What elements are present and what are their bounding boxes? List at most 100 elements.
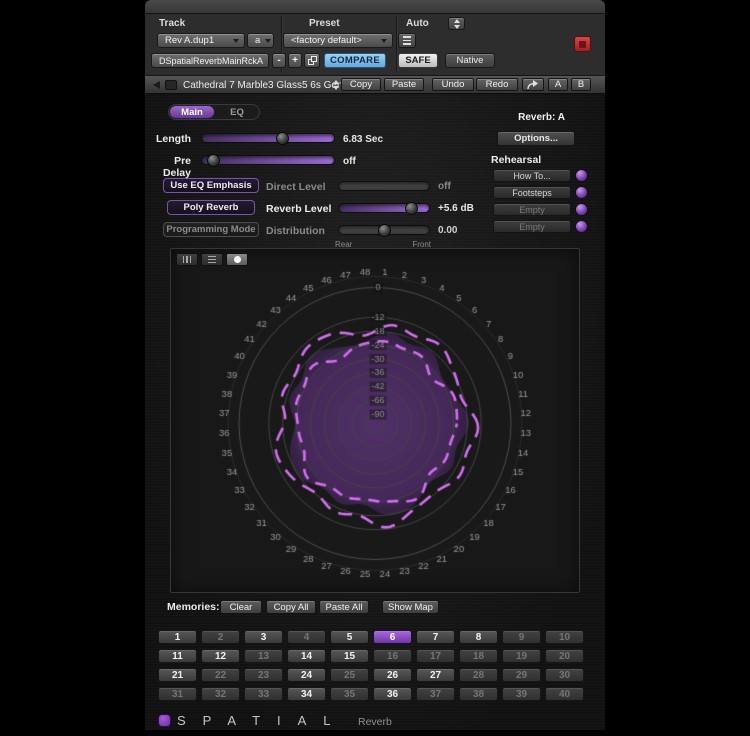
memory-cell-39[interactable]: 39 (502, 687, 541, 701)
preset-selector[interactable]: <factory default> (283, 33, 393, 48)
show-map-button[interactable]: Show Map (382, 600, 439, 614)
track-selector[interactable]: Rev A.dup1 (157, 33, 245, 48)
memory-cell-8[interactable]: 8 (459, 630, 498, 644)
distribution-slider[interactable] (338, 223, 430, 237)
memory-cell-20[interactable]: 20 (545, 649, 584, 663)
direct-level-slider[interactable] (338, 179, 430, 193)
distribution-label: Distribution (266, 225, 325, 237)
memory-cell-15[interactable]: 15 (330, 649, 369, 663)
memory-cell-38[interactable]: 38 (459, 687, 498, 701)
memory-cell-21[interactable]: 21 (158, 668, 197, 682)
paste-button[interactable]: Paste (384, 78, 424, 91)
pre-delay-slider[interactable] (201, 153, 335, 167)
rehearsal-item-empty-2[interactable]: Empty (493, 220, 571, 233)
memory-cell-25[interactable]: 25 (330, 668, 369, 682)
memory-cell-7[interactable]: 7 (416, 630, 455, 644)
safe-button[interactable]: SAFE (398, 53, 438, 68)
memories-copy-all-button[interactable]: Copy All (266, 600, 316, 614)
memory-cell-30[interactable]: 30 (545, 668, 584, 682)
reverb-level-slider[interactable] (338, 201, 430, 215)
memory-cell-17[interactable]: 17 (416, 649, 455, 663)
memory-cell-32[interactable]: 32 (201, 687, 240, 701)
memory-cell-6[interactable]: 6 (373, 630, 412, 644)
memory-cell-4[interactable]: 4 (287, 630, 326, 644)
memory-cell-9[interactable]: 9 (502, 630, 541, 644)
playlist-selector[interactable]: a (247, 33, 274, 48)
memory-cell-33[interactable]: 33 (244, 687, 283, 701)
memory-cell-31[interactable]: 31 (158, 687, 197, 701)
rehearsal-slot-icon[interactable] (575, 186, 588, 199)
memory-cell-34[interactable]: 34 (287, 687, 326, 701)
rehearsal-item-footsteps[interactable]: Footsteps (493, 186, 571, 199)
memory-cell-28[interactable]: 28 (459, 668, 498, 682)
rehearsal-item-empty-1[interactable]: Empty (493, 203, 571, 216)
slider-handle[interactable] (276, 132, 289, 145)
length-slider[interactable] (201, 131, 335, 145)
redo-jump-button[interactable] (522, 78, 544, 91)
track-label: Track (159, 18, 185, 29)
memory-cell-5[interactable]: 5 (330, 630, 369, 644)
memory-cell-13[interactable]: 13 (244, 649, 283, 663)
memory-cell-2[interactable]: 2 (201, 630, 240, 644)
memory-cell-18[interactable]: 18 (459, 649, 498, 663)
tab-main[interactable]: Main (169, 105, 215, 119)
ab-a-button[interactable]: A (548, 78, 568, 91)
length-value: 6.83 Sec (343, 134, 383, 145)
memory-cell-11[interactable]: 11 (158, 649, 197, 663)
compare-button[interactable]: COMPARE (324, 53, 386, 68)
programming-mode-button[interactable]: Programming Mode (163, 222, 259, 237)
rehearsal-slot-icon[interactable] (575, 169, 588, 182)
undo-button[interactable]: Undo (432, 78, 474, 91)
options-button[interactable]: Options... (497, 131, 575, 146)
plus-label: + (292, 55, 298, 66)
memory-cell-22[interactable]: 22 (201, 668, 240, 682)
view-mode-bars-button[interactable] (176, 253, 198, 266)
memory-cell-19[interactable]: 19 (502, 649, 541, 663)
view-mode-map-button[interactable] (226, 253, 248, 266)
chevron-down-icon (265, 39, 271, 43)
librarian-menu-button[interactable] (398, 33, 416, 48)
slider-handle[interactable] (405, 202, 418, 215)
memory-cell-35[interactable]: 35 (330, 687, 369, 701)
poly-reverb-button[interactable]: Poly Reverb (167, 200, 255, 215)
memory-cell-40[interactable]: 40 (545, 687, 584, 701)
window-titlebar[interactable] (145, 0, 605, 14)
memory-cell-37[interactable]: 37 (416, 687, 455, 701)
setting-stepper[interactable] (331, 79, 341, 91)
insert-selector[interactable]: DSpatialReverbMainRckA (151, 53, 269, 68)
increment-preset-button[interactable]: + (288, 53, 302, 68)
slider-handle[interactable] (207, 154, 220, 167)
use-eq-emphasis-button[interactable]: Use EQ Emphasis (163, 178, 259, 193)
rehearsal-item-how-to[interactable]: How To... (493, 169, 571, 182)
collapse-triangle-icon[interactable] (153, 81, 160, 89)
up-down-triangles-icon (333, 80, 339, 90)
auto-menu-icon[interactable] (448, 17, 465, 30)
memory-cell-36[interactable]: 36 (373, 687, 412, 701)
memories-paste-all-button[interactable]: Paste All (319, 600, 369, 614)
memory-cell-24[interactable]: 24 (287, 668, 326, 682)
view-mode-list-button[interactable] (201, 253, 223, 266)
memory-cell-3[interactable]: 3 (244, 630, 283, 644)
memory-cell-23[interactable]: 23 (244, 668, 283, 682)
memory-cell-26[interactable]: 26 (373, 668, 412, 682)
tab-eq[interactable]: EQ (215, 105, 259, 119)
memory-cell-1[interactable]: 1 (158, 630, 197, 644)
spatial-map-canvas[interactable] (171, 249, 579, 592)
copy-settings-button[interactable] (304, 53, 320, 68)
memories-clear-button[interactable]: Clear (220, 600, 262, 614)
ab-b-button[interactable]: B (571, 78, 591, 91)
memory-cell-29[interactable]: 29 (502, 668, 541, 682)
redo-button[interactable]: Redo (476, 78, 518, 91)
processing-format-button[interactable]: Native (445, 53, 495, 68)
target-button[interactable] (574, 36, 591, 52)
memory-cell-10[interactable]: 10 (545, 630, 584, 644)
rehearsal-slot-icon[interactable] (575, 220, 588, 233)
slider-handle[interactable] (378, 224, 391, 237)
memory-cell-12[interactable]: 12 (201, 649, 240, 663)
memory-cell-27[interactable]: 27 (416, 668, 455, 682)
memory-cell-16[interactable]: 16 (373, 649, 412, 663)
rehearsal-slot-icon[interactable] (575, 203, 588, 216)
copy-button[interactable]: Copy (341, 78, 381, 91)
decrement-preset-button[interactable]: - (272, 53, 286, 68)
memory-cell-14[interactable]: 14 (287, 649, 326, 663)
